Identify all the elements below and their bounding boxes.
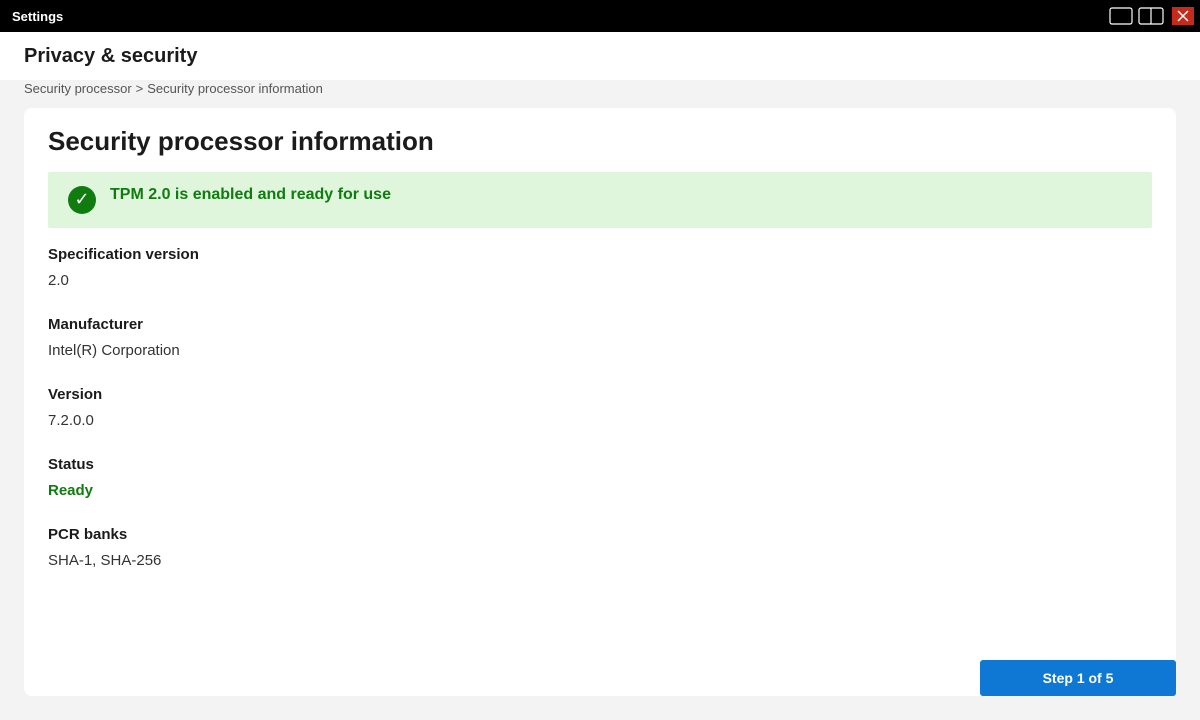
section-title: Security processor information bbox=[48, 126, 434, 156]
field-value: Intel(R) Corporation bbox=[48, 342, 180, 359]
page-title: Privacy & security bbox=[24, 44, 198, 67]
field-value: 2.0 bbox=[48, 272, 69, 289]
breadcrumb-item-security-processor[interactable]: Security processor bbox=[24, 81, 132, 96]
page-header: Privacy & security bbox=[0, 32, 1200, 80]
window-controls bbox=[1104, 0, 1200, 32]
status-banner-text: TPM 2.0 is enabled and ready for use bbox=[110, 186, 391, 203]
status-value: Ready bbox=[48, 482, 94, 499]
step-button[interactable]: Step 1 of 5 bbox=[980, 660, 1176, 696]
field-value: 7.2.0.0 bbox=[48, 412, 94, 429]
checkmark-icon: ✓ bbox=[68, 186, 96, 214]
close-icon[interactable] bbox=[1172, 7, 1194, 25]
breadcrumb-item-current: Security processor information bbox=[147, 81, 323, 96]
title-bar: Settings bbox=[0, 0, 1200, 32]
restore-icon[interactable] bbox=[1108, 6, 1134, 26]
field-manufacturer: Manufacturer Intel(R) Corporation bbox=[48, 316, 180, 359]
field-label: PCR banks bbox=[48, 526, 128, 543]
field-label: Version bbox=[48, 386, 103, 403]
field-version: Version 7.2.0.0 bbox=[48, 386, 102, 429]
field-label: Specification version bbox=[48, 246, 199, 263]
field-value: SHA-1, SHA-256 bbox=[48, 552, 162, 569]
field-label: Manufacturer bbox=[48, 316, 144, 333]
field-status: Status Ready bbox=[48, 456, 94, 499]
field-pcr-banks: PCR banks SHA-1, SHA-256 bbox=[48, 526, 161, 569]
window-title: Settings bbox=[12, 8, 64, 24]
field-specification-version: Specification version 2.0 bbox=[48, 246, 199, 289]
breadcrumb-separator: > bbox=[135, 81, 144, 96]
info-card: Security processor information ✓ TPM 2.0… bbox=[24, 108, 1176, 696]
snap-layout-icon[interactable] bbox=[1138, 6, 1164, 26]
status-banner: ✓ TPM 2.0 is enabled and ready for use bbox=[48, 172, 1152, 228]
checkmark-glyph: ✓ bbox=[74, 189, 90, 210]
breadcrumb: Security processor > Security processor … bbox=[24, 81, 323, 96]
field-label: Status bbox=[48, 456, 94, 473]
